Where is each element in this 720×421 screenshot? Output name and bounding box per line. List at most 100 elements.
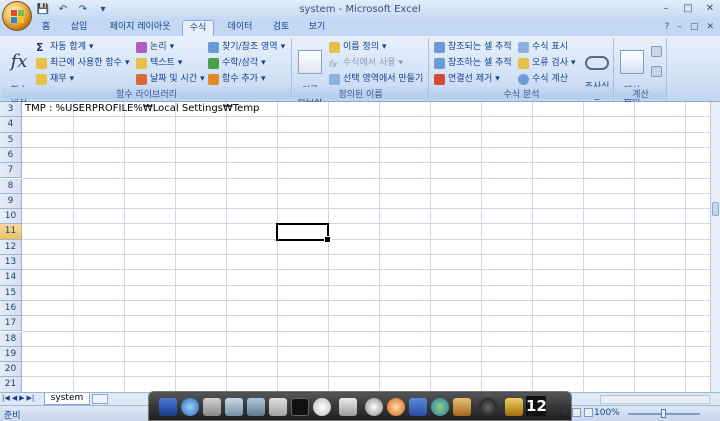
row-header[interactable]: 8 [0,178,22,194]
prev-sheet-icon[interactable]: ◀ [12,394,17,402]
page-layout-view-icon[interactable] [572,408,581,417]
autosum-button[interactable]: Σ 자동 합계 ▾ [36,40,94,54]
row-header[interactable]: 19 [0,346,22,363]
dock-folder-icon[interactable] [159,398,177,416]
financial-button[interactable]: 재무 ▾ [36,72,74,86]
horizontal-scrollbar[interactable] [600,395,710,404]
trace-dependents-button[interactable]: 참조하는 셀 추적 [434,56,512,70]
ribbon-minimize-icon[interactable]: – [677,22,682,32]
evaluate-formula-button[interactable]: 수식 계산 [518,72,568,86]
column-gridline [328,102,329,392]
row-header[interactable]: 12 [0,239,22,255]
dock-pencil-icon[interactable] [505,398,523,416]
tab-home[interactable]: 홈 [36,20,56,36]
use-in-formula-button[interactable]: fx 수식에서 사용 ▾ [329,56,403,70]
row-header[interactable]: 9 [0,193,22,210]
sheet-tab-system[interactable]: system [44,393,90,405]
row-header[interactable]: 20 [0,362,22,378]
math-trig-button[interactable]: 수학/삼각 ▾ [208,56,266,70]
tab-view[interactable]: 보기 [302,20,332,36]
cell-row3[interactable]: TMP : %USERPROFILE%₩Local Settings₩Temp [25,103,259,114]
column-gridline [226,102,227,392]
dock-earth-icon[interactable] [431,398,449,416]
row-header[interactable]: 5 [0,132,22,148]
app-dock: 12 [148,391,572,421]
column-gridline [430,102,431,392]
zoom-slider-knob[interactable] [661,409,666,418]
worksheet-grid[interactable]: 3 4 5 6 7 8 9 10 11 12 13 14 15 16 17 18 19 20 21 TMP : %U… [0,102,720,392]
dock-cd-icon[interactable] [365,398,383,416]
row-header[interactable]: 18 [0,331,22,347]
create-from-selection-button[interactable]: 선택 영역에서 만들기 [329,72,423,86]
ribbon-restore-icon[interactable]: □ [690,22,699,32]
dock-package-icon[interactable] [453,398,471,416]
row-header[interactable]: 11 [0,224,22,240]
tab-data[interactable]: 데이터 [222,20,258,36]
maximize-icon[interactable]: □ [682,3,694,15]
zoom-slider[interactable] [628,409,700,418]
row-header[interactable]: 13 [0,255,22,271]
row-header[interactable]: 4 [0,117,22,133]
dock-tools-icon[interactable] [339,398,357,416]
dock-drive-icon[interactable] [203,398,221,416]
first-sheet-icon[interactable]: |◀ [2,394,10,402]
row-header[interactable]: 6 [0,147,22,164]
vertical-scroll-thumb[interactable] [712,202,719,216]
ribbon: fx 함수 삽입 Σ 자동 합계▾ 최근에 사용한 함수▾ 재무▾ 논리▾ [0,36,720,106]
row-header[interactable]: 15 [0,285,22,301]
row-header[interactable]: 21 [0,377,22,392]
row-header[interactable]: 14 [0,270,22,286]
dock-camera-icon[interactable] [479,398,497,416]
insert-sheet-icon[interactable] [92,394,108,404]
tab-page-layout[interactable]: 페이지 레이아웃 [102,20,178,36]
dock-app-icon[interactable] [409,398,427,416]
dock-printer-icon[interactable] [269,398,287,416]
row-gridline [22,177,710,179]
row-header[interactable]: 16 [0,300,22,317]
column-gridline [175,102,176,392]
more-functions-button[interactable]: 함수 추가 ▾ [208,72,266,86]
vertical-scrollbar[interactable] [710,102,720,392]
active-cell[interactable] [276,223,331,244]
dock-alarm-icon[interactable] [387,398,405,416]
tab-review[interactable]: 검토 [266,20,296,36]
lookup-book-icon [208,41,219,53]
close-icon[interactable]: ✕ [704,3,716,15]
recently-used-button[interactable]: 최근에 사용한 함수 ▾ [36,56,130,70]
calculate-now-button[interactable] [651,44,662,58]
dock-globe-icon[interactable] [181,398,199,416]
remove-arrows-button[interactable]: 연결선 제거 ▾ [434,72,500,86]
error-checking-button[interactable]: 오류 검사 ▾ [518,56,576,70]
row-header[interactable]: 3 [0,102,22,118]
define-name-button[interactable]: 이름 정의 ▾ [329,40,387,54]
page-break-view-icon[interactable] [584,408,593,417]
last-sheet-icon[interactable]: ▶| [27,394,35,402]
tab-insert[interactable]: 삽입 [64,20,94,36]
sheet-nav-buttons: |◀ ◀ ▶ ▶| [2,394,34,402]
row-header[interactable]: 7 [0,163,22,179]
help-icon[interactable]: ? [665,22,670,32]
dock-computer-icon[interactable] [247,398,265,416]
show-formulas-button[interactable]: 수식 표시 [518,40,568,54]
logical-button[interactable]: 논리 ▾ [136,40,174,54]
calculate-sheet-button[interactable] [651,64,662,78]
date-time-button[interactable]: 날짜 및 시간 ▾ [136,72,205,86]
row-header[interactable]: 10 [0,209,22,225]
dock-calendar-badge[interactable]: 12 [526,396,547,416]
dock-phone-icon[interactable] [291,398,309,416]
next-sheet-icon[interactable]: ▶ [19,394,24,402]
trace-precedents-button[interactable]: 참조되는 셀 추적 [434,40,512,54]
fx-icon: fx [10,51,28,72]
dock-clock-icon[interactable] [313,398,331,416]
lookup-reference-button[interactable]: 찾기/참조 영역 ▾ [208,40,285,54]
row-gridline [22,361,710,363]
ribbon-close-icon[interactable]: ✕ [706,22,714,32]
minimize-icon[interactable]: – [660,3,672,15]
trace-dependents-icon [434,57,445,69]
text-button[interactable]: 텍스트 ▾ [136,56,182,70]
zoom-level[interactable]: 100% [594,408,620,418]
row-header[interactable]: 17 [0,316,22,332]
dock-network-icon[interactable] [225,398,243,416]
office-button[interactable] [2,1,32,31]
tab-formulas[interactable]: 수식 [182,20,214,36]
